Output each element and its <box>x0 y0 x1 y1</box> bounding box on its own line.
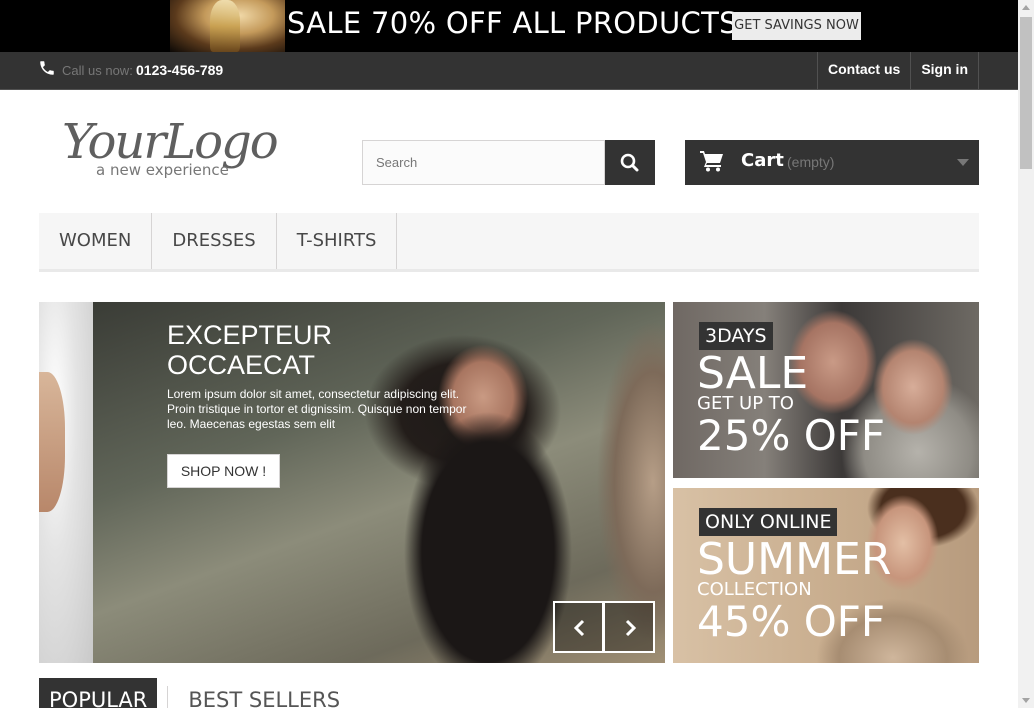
search-icon <box>620 153 639 172</box>
banner-offer: 45% OFF <box>697 597 886 646</box>
sale-banner[interactable]: 3DAYS SALE GET UP TO 25% OFF <box>673 302 979 478</box>
page-scrollbar[interactable] <box>1018 0 1034 708</box>
banner-offer: 25% OFF <box>697 411 886 460</box>
chevron-left-icon <box>573 619 585 637</box>
cart-status: (empty) <box>787 154 835 170</box>
slider-controls <box>553 601 655 653</box>
previous-slide-image <box>39 302 93 663</box>
promo-text: SALE 70% OFF ALL PRODUCTS <box>287 6 738 40</box>
banner-headline: SUMMER <box>697 534 892 585</box>
cart-label: Cart <box>741 150 784 171</box>
banner-headline: SALE <box>697 348 809 399</box>
menu-item-dresses[interactable]: DRESSES <box>152 213 277 269</box>
slide-title-line2: OCCAECAT <box>167 350 316 380</box>
phone-icon <box>40 61 54 75</box>
sign-in-link[interactable]: Sign in <box>911 52 979 90</box>
cart-icon <box>700 151 723 172</box>
site-logo[interactable]: YourLogo a new experience <box>60 108 300 184</box>
svg-text:a new experience: a new experience <box>96 161 229 179</box>
promo-banner[interactable]: SALE 70% OFF ALL PRODUCTS GET SAVINGS NO… <box>0 0 1018 52</box>
menu-item-tshirts[interactable]: T-SHIRTS <box>277 213 398 269</box>
search-button[interactable] <box>605 140 655 185</box>
top-bar: Call us now: 0123-456-789 Contact us Sig… <box>0 52 1018 90</box>
phone-number: 0123-456-789 <box>136 62 224 78</box>
call-us-label: Call us now: <box>62 63 133 78</box>
cart-button[interactable]: Cart (empty) <box>685 140 979 185</box>
shop-now-button[interactable]: SHOP NOW ! <box>167 454 280 488</box>
user-nav: Contact us Sign in <box>816 52 979 90</box>
promo-model-image <box>170 0 285 52</box>
scrollbar-thumb[interactable] <box>1020 17 1032 169</box>
summer-banner[interactable]: ONLY ONLINE SUMMER COLLECTION 45% OFF <box>673 488 979 663</box>
slider-prev-button[interactable] <box>553 601 604 653</box>
get-savings-button[interactable]: GET SAVINGS NOW <box>732 12 861 40</box>
banner-tag: 3DAYS <box>699 322 773 350</box>
slider-next-button[interactable] <box>604 601 655 653</box>
slide-title-line1: EXCEPTEUR <box>167 320 333 350</box>
scroll-down-arrow-icon[interactable] <box>1022 698 1030 703</box>
menu-item-women[interactable]: WOMEN <box>39 213 153 269</box>
search-input[interactable] <box>362 140 605 185</box>
tab-divider <box>167 686 169 708</box>
chevron-down-icon <box>957 159 969 166</box>
product-tabs: POPULAR BEST SELLERS <box>39 678 340 708</box>
slide-title: EXCEPTEUR OCCAECAT <box>167 320 427 380</box>
tab-best-sellers[interactable]: BEST SELLERS <box>188 678 340 708</box>
main-menu: WOMEN DRESSES T-SHIRTS <box>39 213 979 272</box>
banner-tag: ONLY ONLINE <box>699 508 838 536</box>
contact-us-link[interactable]: Contact us <box>818 52 912 90</box>
slide-description: Lorem ipsum dolor sit amet, consectetur … <box>167 387 467 431</box>
tab-popular[interactable]: POPULAR <box>39 678 158 708</box>
scroll-up-arrow-icon[interactable] <box>1022 5 1030 10</box>
chevron-right-icon <box>625 619 637 637</box>
